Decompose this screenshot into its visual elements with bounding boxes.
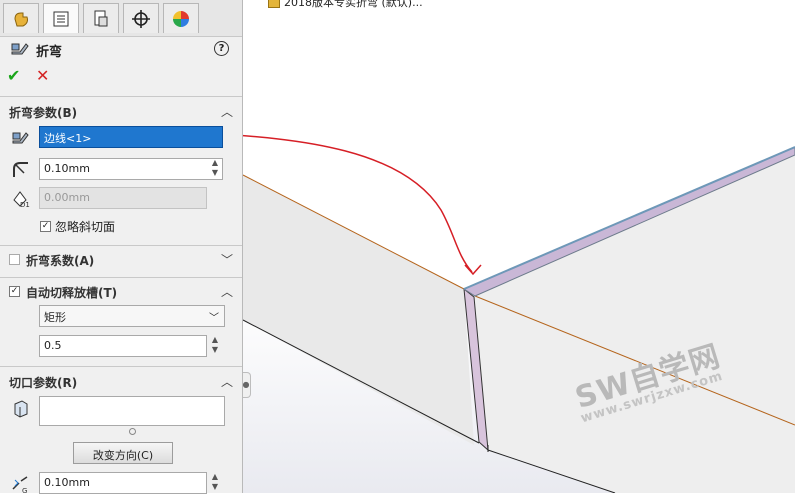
relief-ratio-input[interactable]: 0.5 [39,335,207,357]
ignore-bevel-checkbox[interactable]: ✓ [40,221,51,232]
chevron-down-icon[interactable]: ﹀ [221,251,233,268]
ignore-bevel-label: 忽略斜切面 [55,220,116,234]
section-bend-parameters[interactable]: 折弯参数(B) [9,104,77,121]
relief-type-value: 矩形 [44,311,66,324]
section-auto-relief[interactable]: 自动切释放槽(T) [26,284,117,301]
separator [0,96,242,97]
tab-feature-manager[interactable] [3,3,39,33]
property-list-icon [53,11,69,26]
resize-handle[interactable] [129,428,136,435]
help-icon[interactable]: ? [214,41,229,56]
tab-dimxpert[interactable] [123,3,159,33]
edge-selection-icon [12,132,29,144]
appearance-icon [173,10,189,27]
chevron-up-icon[interactable]: ︿ [221,103,233,120]
section-bend-allowance[interactable]: 折弯系数(A) [26,252,94,269]
ratio-spinner[interactable]: ▲ ▼ [209,335,221,357]
gap-distance-input[interactable]: 0.10mm [39,472,207,494]
annotation-arrow [243,134,482,276]
panel-collapse-handle[interactable]: ● [242,372,251,398]
tab-configuration-manager[interactable] [83,3,119,33]
property-manager: 折弯 ? ✔ ✕ 折弯参数(B) ︿ 边线<1> 0.10mm ▲ ▼ D1 0.… [0,0,243,494]
gap-distance-icon: G [12,476,27,494]
chevron-up-icon[interactable]: ︿ [221,283,233,300]
crosshair-icon [132,9,150,28]
section-cut-parameters[interactable]: 切口参数(R) [9,374,77,391]
cut-body-selection-box[interactable] [39,396,225,426]
chevron-up-icon[interactable]: ︿ [221,373,233,390]
feature-tree-item[interactable]: 2018版本专实折弯 (默认)... [268,0,423,9]
separator [0,245,242,246]
bend-radius-input[interactable]: 0.10mm [39,158,223,180]
ok-button[interactable]: ✔ [7,66,20,85]
cancel-button[interactable]: ✕ [36,66,49,85]
relief-type-select[interactable]: 矩形 ﹀ [39,305,225,327]
bend-allowance-checkbox[interactable] [9,254,20,265]
configuration-icon [94,10,108,26]
tree-item-label: 2018版本专实折弯 (默认)... [284,0,423,9]
part-icon [268,0,280,8]
bend-offset-input: 0.00mm [39,187,207,209]
radius-spinner[interactable]: ▲ ▼ [209,158,221,180]
flip-direction-button[interactable]: 改变方向(C) [73,442,173,464]
bend-radius-icon [13,162,28,177]
tab-property-manager[interactable] [43,3,79,33]
tab-display-manager[interactable] [163,3,199,33]
separator [0,277,242,278]
body-selection-icon [14,400,28,418]
graphics-viewport[interactable]: 2018版本专实折弯 (默认)... [243,0,795,493]
bend-offset-icon: D1 [13,191,30,208]
separator [0,366,242,367]
sheet-metal-bend-icon [11,43,29,55]
svg-text:D1: D1 [20,201,30,208]
feature-title: 折弯 [36,45,63,60]
auto-relief-checkbox[interactable]: ✓ [9,286,20,297]
manager-tabs [0,0,242,37]
gap-spinner[interactable]: ▲ ▼ [209,472,221,494]
edge-selection-box[interactable]: 边线<1> [39,126,223,148]
chevron-down-icon: ﹀ [209,313,219,324]
feature-tree-icon [14,12,28,26]
